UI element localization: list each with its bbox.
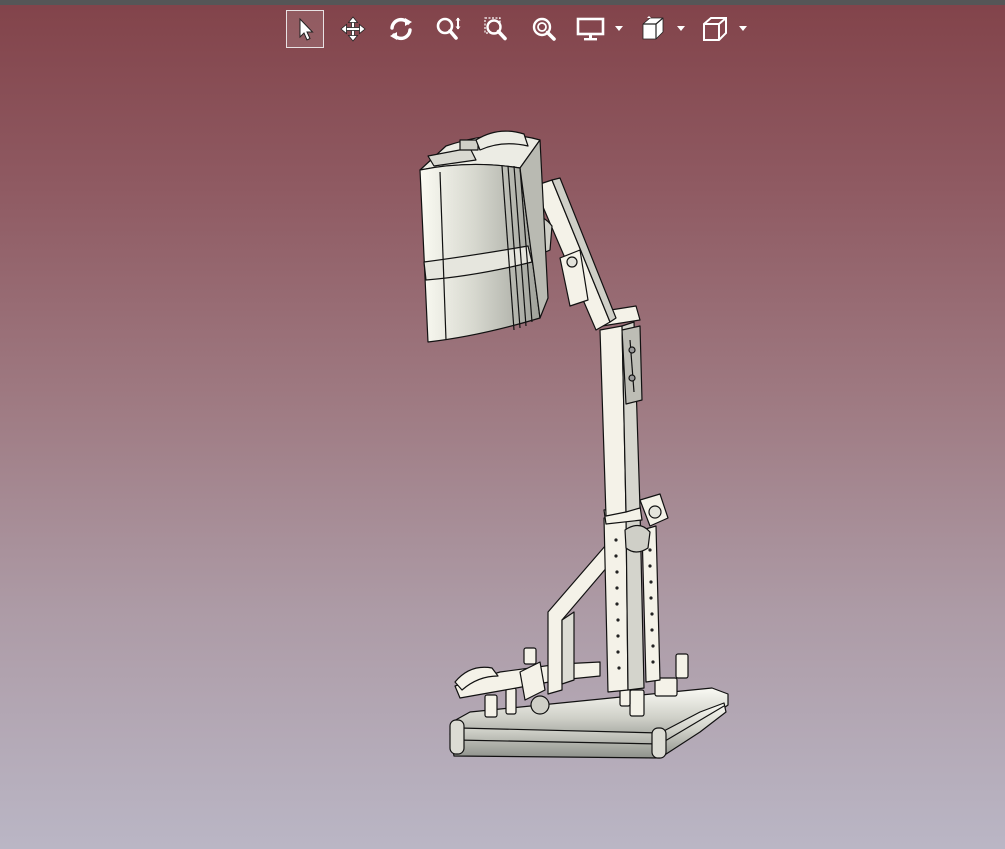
3d-model-speaker-stand[interactable]: [0, 0, 1005, 849]
view-orientation-menu-caret[interactable]: [736, 10, 750, 48]
view-toolbar: [286, 10, 760, 48]
monitor-icon: [576, 16, 606, 42]
display-mode-tool-button[interactable]: [574, 10, 608, 48]
select-tool-button[interactable]: [286, 10, 324, 48]
render-style-tool-button[interactable]: [636, 10, 670, 48]
shaded-cube-icon: [639, 15, 667, 43]
rotate-tool-button[interactable]: [382, 10, 420, 48]
fit-all-tool-button[interactable]: [526, 10, 564, 48]
view-orientation-tool-button[interactable]: [698, 10, 732, 48]
chevron-down-icon: [739, 26, 747, 32]
zoom-window-tool-button[interactable]: [478, 10, 516, 48]
wire-cube-icon: [701, 15, 729, 43]
pan-tool-button[interactable]: [334, 10, 372, 48]
3d-viewport[interactable]: [0, 0, 1005, 849]
move-arrows-icon: [340, 16, 366, 42]
display-mode-menu-caret[interactable]: [612, 10, 626, 48]
pointer-arrow-icon: [294, 17, 316, 41]
zoom-fit-icon: [531, 16, 559, 42]
rotate-icon: [387, 16, 415, 42]
render-style-menu-caret[interactable]: [674, 10, 688, 48]
zoom-tool-button[interactable]: [430, 10, 468, 48]
chevron-down-icon: [615, 26, 623, 32]
zoom-icon: [435, 16, 463, 42]
zoom-window-icon: [483, 16, 511, 42]
chevron-down-icon: [677, 26, 685, 32]
